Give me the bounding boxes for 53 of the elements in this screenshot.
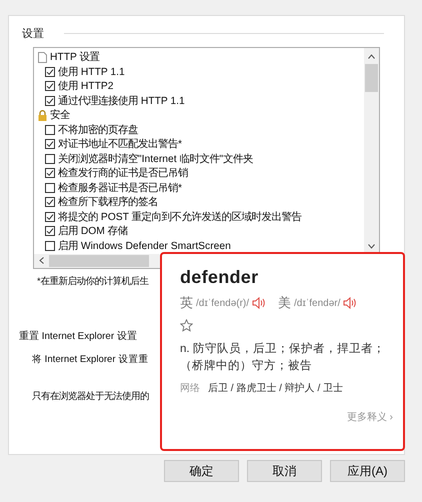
checkbox[interactable]: [45, 168, 55, 178]
checkbox[interactable]: [45, 182, 55, 193]
page-icon: [38, 52, 47, 63]
checkbox[interactable]: [45, 139, 55, 150]
checkbox[interactable]: [45, 197, 55, 208]
checkbox[interactable]: [45, 66, 55, 77]
option-label: 检查所下载程序的签名: [58, 195, 158, 210]
web-label: 网络: [180, 382, 200, 395]
phonetic-text: /dɪˈfendə(r)/: [196, 298, 250, 308]
headword: defender: [180, 267, 258, 288]
speaker-icon[interactable]: [252, 297, 266, 309]
region-label: 英: [180, 294, 193, 312]
option-label: 启用 Windows Defender SmartScreen: [58, 239, 231, 253]
phonetic-text: /dɪˈfendər/: [294, 298, 340, 308]
checkbox[interactable]: [45, 240, 55, 251]
checkbox[interactable]: [45, 124, 55, 135]
description-text: 将 Internet Explorer 设置重: [32, 353, 148, 366]
speaker-icon[interactable]: [343, 297, 358, 309]
web-translations: 后卫 / 路虎卫士 / 辩护人 / 卫士: [208, 382, 344, 395]
checkbox[interactable]: [45, 212, 55, 222]
footnote: *在重新启动你的计算机后生: [37, 275, 149, 288]
section-title: 重置 Internet Explorer 设置: [19, 330, 137, 343]
scrollbar-thumb[interactable]: [49, 255, 149, 267]
region-label: 美: [278, 294, 292, 312]
scroll-up-icon[interactable]: [368, 54, 375, 59]
scroll-down-icon[interactable]: [368, 244, 375, 249]
dialog-button[interactable]: 应用(A): [330, 460, 405, 482]
option-label: 不将加密的页存盘: [58, 123, 138, 137]
note-text: 只有在浏览器处于无法使用的: [32, 390, 149, 403]
option-label: 将提交的 POST 重定向到不允许发送的区域时发出警告: [58, 210, 302, 224]
option-label: 启用 DOM 存储: [58, 224, 128, 238]
star-icon[interactable]: [180, 319, 193, 332]
option-label: 使用 HTTP 1.1: [58, 66, 125, 79]
checkbox[interactable]: [45, 154, 55, 164]
dialog-button[interactable]: 确定: [164, 460, 239, 482]
option-label: 使用 HTTP2: [58, 80, 114, 94]
dialog-button[interactable]: 取消: [247, 460, 322, 482]
option-label: 关闭浏览器时清空"Internet 临时文件"文件夹: [58, 152, 254, 166]
checkbox[interactable]: [45, 96, 55, 106]
option-label: 通过代理连接使用 HTTP 1.1: [58, 94, 185, 108]
group-title: 设置: [22, 27, 44, 41]
scrollbar-thumb[interactable]: [365, 64, 378, 92]
option-label: 检查发行商的证书是否已吊销: [58, 166, 188, 180]
scroll-left-icon[interactable]: [39, 257, 44, 264]
category-label: 安全: [50, 108, 70, 122]
checkbox[interactable]: [45, 81, 55, 92]
settings-list[interactable]: [33, 47, 380, 269]
category-label: HTTP 设置: [50, 50, 100, 64]
option-label: 对证书地址不匹配发出警告*: [58, 137, 182, 152]
definition-text: n. 防守队员，后卫；保护者，捍卫者；（桥牌中的）守方；被告: [180, 341, 386, 374]
checkbox[interactable]: [45, 226, 55, 236]
option-label: 检查服务器证书是否已吊销*: [58, 181, 182, 195]
lock-icon: [38, 110, 47, 121]
